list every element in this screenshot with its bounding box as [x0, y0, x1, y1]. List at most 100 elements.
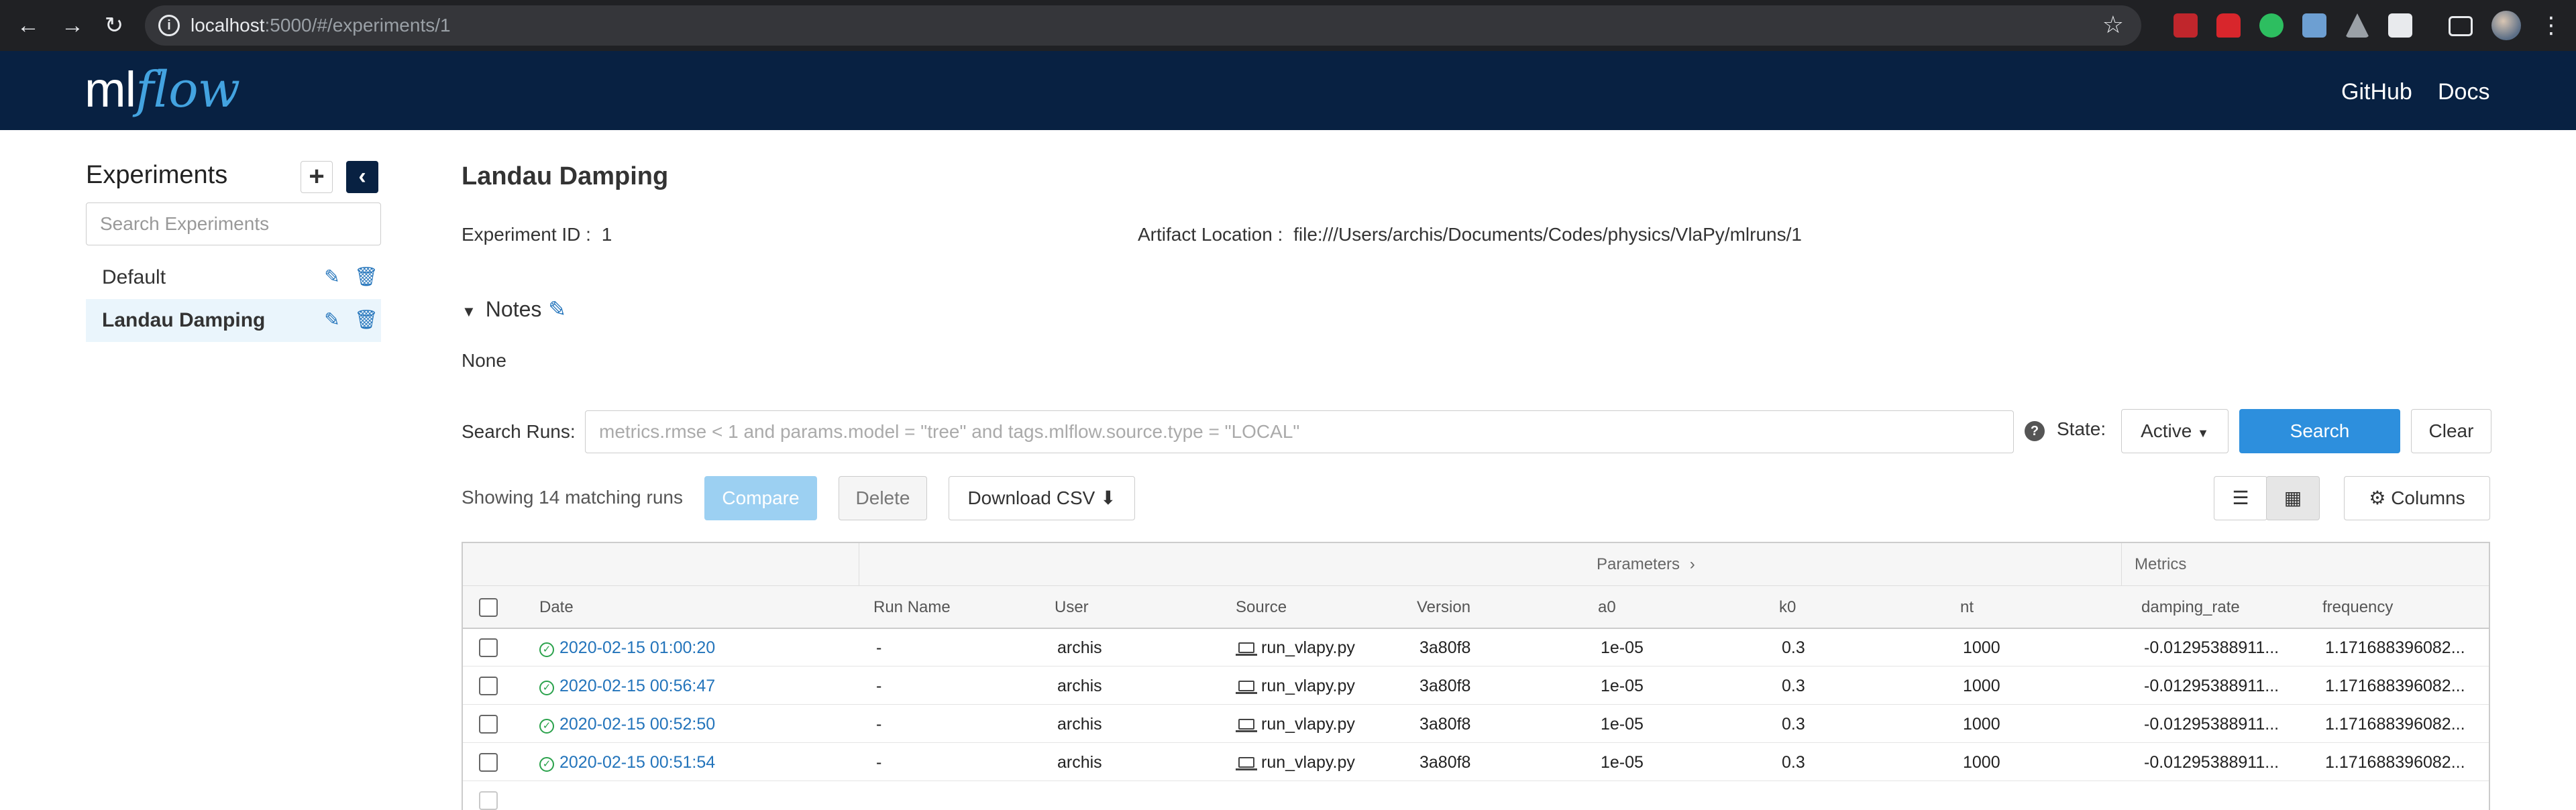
run-user: archis	[1057, 753, 1102, 772]
row-checkbox[interactable]	[479, 791, 498, 810]
clear-button[interactable]: Clear	[2411, 409, 2491, 453]
run-source-name: run_vlapy.py	[1261, 753, 1355, 772]
sidebar-item-landau-damping[interactable]: Landau Damping ✎ 🗑	[86, 299, 381, 342]
select-all-checkbox[interactable]	[479, 598, 498, 617]
param-a0: 1e-05	[1601, 638, 1644, 657]
evernote-extension-icon[interactable]	[2259, 13, 2284, 38]
col-k0[interactable]: k0	[1779, 598, 1796, 617]
site-info-icon[interactable]: i	[158, 15, 180, 36]
state-value: Active	[2141, 420, 2192, 441]
col-user[interactable]: User	[1055, 598, 1089, 617]
download-csv-button[interactable]: Download CSV ⬇	[949, 476, 1135, 520]
edit-icon[interactable]: ✎	[322, 308, 342, 331]
metric-damping-rate: -0.01295388911...	[2144, 677, 2279, 695]
extension-icon[interactable]	[2302, 13, 2326, 38]
run-version: 3a80f8	[1419, 715, 1471, 734]
row-checkbox[interactable]	[479, 715, 498, 734]
compare-button[interactable]: Compare	[704, 476, 817, 520]
row-checkbox[interactable]	[479, 638, 498, 657]
search-button[interactable]: Search	[2239, 409, 2400, 453]
download-icon: ⬇	[1100, 487, 1116, 508]
cast-icon[interactable]	[2449, 16, 2473, 36]
search-runs-input[interactable]	[585, 410, 2014, 453]
sidebar-item-default[interactable]: Default ✎ 🗑	[86, 256, 381, 299]
address-bar[interactable]: i localhost:5000/#/experiments/1 ☆	[145, 5, 2141, 46]
runs-table: Parameters › Metrics Date Run Name User …	[462, 542, 2490, 810]
param-nt: 1000	[1963, 753, 2000, 772]
health-extension-icon[interactable]	[2388, 13, 2412, 38]
run-source[interactable]: run_vlapy.py	[1236, 753, 1355, 772]
run-source[interactable]: run_vlapy.py	[1236, 715, 1355, 734]
compact-view-button[interactable]: ▦	[2266, 476, 2320, 520]
edit-notes-icon[interactable]: ✎	[548, 297, 566, 321]
logo-ml: ml	[85, 62, 136, 117]
col-date[interactable]: Date	[539, 598, 574, 617]
ublock-extension-icon[interactable]	[2174, 13, 2198, 38]
metric-damping-rate: -0.01295388911...	[2144, 638, 2279, 657]
add-experiment-button[interactable]: +	[301, 161, 333, 193]
col-version[interactable]: Version	[1417, 598, 1470, 617]
run-date-link[interactable]: ✓ 2020-02-15 00:51:54	[539, 753, 715, 772]
reload-icon[interactable]: ↻	[99, 11, 129, 40]
col-source[interactable]: Source	[1236, 598, 1287, 617]
col-damping-rate[interactable]: damping_rate	[2141, 598, 2240, 617]
table-row-partial[interactable]	[463, 782, 2489, 810]
trash-icon[interactable]: 🗑	[354, 308, 378, 331]
col-a0[interactable]: a0	[1598, 598, 1616, 617]
experiment-name: Landau Damping	[102, 309, 266, 331]
col-run-name[interactable]: Run Name	[873, 598, 951, 617]
caret-down-icon: ▼	[462, 303, 476, 320]
collapse-sidebar-button[interactable]: ‹	[346, 161, 378, 193]
run-date: 2020-02-15 00:51:54	[559, 753, 716, 772]
param-nt: 1000	[1963, 677, 2000, 695]
chevron-right-icon: ›	[1689, 555, 1695, 573]
laptop-icon	[1236, 642, 1257, 656]
param-k0: 0.3	[1782, 677, 1805, 695]
run-version: 3a80f8	[1419, 638, 1471, 657]
col-frequency[interactable]: frequency	[2322, 598, 2393, 617]
table-header: Date Run Name User Source Version a0 k0 …	[463, 586, 2489, 629]
run-source[interactable]: run_vlapy.py	[1236, 677, 1355, 696]
trash-icon[interactable]: 🗑	[354, 266, 378, 288]
parameters-group-header[interactable]: Parameters ›	[1597, 555, 1695, 574]
mlflow-logo[interactable]: mlflow	[85, 62, 240, 117]
experiment-id-label: Experiment ID :	[462, 224, 591, 245]
edit-icon[interactable]: ✎	[322, 266, 342, 288]
check-circle-icon: ✓	[539, 757, 554, 772]
bookmark-star-icon[interactable]: ☆	[2102, 11, 2124, 39]
url-host: localhost	[191, 15, 265, 36]
delete-button[interactable]: Delete	[839, 476, 927, 520]
profile-avatar[interactable]	[2491, 11, 2521, 40]
run-date-link[interactable]: ✓ 2020-02-15 00:52:50	[539, 715, 715, 734]
search-experiments-input[interactable]	[86, 202, 381, 245]
run-source-name: run_vlapy.py	[1261, 715, 1355, 734]
column-divider	[2121, 543, 2122, 586]
drive-extension-icon[interactable]	[2345, 13, 2369, 38]
table-row[interactable]: ✓ 2020-02-15 00:51:54 - archis run_vlapy.…	[463, 744, 2489, 781]
github-link[interactable]: GitHub	[2341, 79, 2412, 105]
columns-button[interactable]: ⚙ Columns	[2344, 476, 2490, 520]
gear-icon: ⚙	[2369, 487, 2386, 508]
forward-icon[interactable]: →	[58, 11, 87, 40]
back-icon[interactable]: ←	[13, 11, 43, 40]
col-nt[interactable]: nt	[1960, 598, 1974, 617]
list-view-button[interactable]: ☰	[2214, 476, 2267, 520]
help-icon[interactable]: ?	[2025, 421, 2045, 441]
table-row[interactable]: ✓ 2020-02-15 00:52:50 - archis run_vlapy.…	[463, 705, 2489, 743]
metric-frequency: 1.171688396082...	[2325, 753, 2465, 772]
browser-toolbar: ← → ↻ i localhost:5000/#/experiments/1 ☆…	[0, 0, 2576, 51]
row-checkbox[interactable]	[479, 753, 498, 772]
table-row[interactable]: ✓ 2020-02-15 01:00:20 - archis run_vlapy.…	[463, 629, 2489, 667]
run-source[interactable]: run_vlapy.py	[1236, 638, 1355, 658]
browser-menu-icon[interactable]: ⋮	[2540, 11, 2563, 40]
lock-extension-icon[interactable]	[2216, 13, 2241, 38]
matching-runs-count: Showing 14 matching runs	[462, 487, 683, 508]
run-date-link[interactable]: ✓ 2020-02-15 00:56:47	[539, 677, 715, 696]
docs-link[interactable]: Docs	[2438, 79, 2489, 105]
table-row[interactable]: ✓ 2020-02-15 00:56:47 - archis run_vlapy.…	[463, 667, 2489, 705]
run-date-link[interactable]: ✓ 2020-02-15 01:00:20	[539, 638, 715, 658]
notes-toggle[interactable]: ▼ Notes ✎	[462, 296, 566, 322]
state-dropdown[interactable]: Active ▼	[2121, 409, 2229, 453]
row-checkbox[interactable]	[479, 677, 498, 695]
list-icon: ☰	[2232, 487, 2249, 508]
